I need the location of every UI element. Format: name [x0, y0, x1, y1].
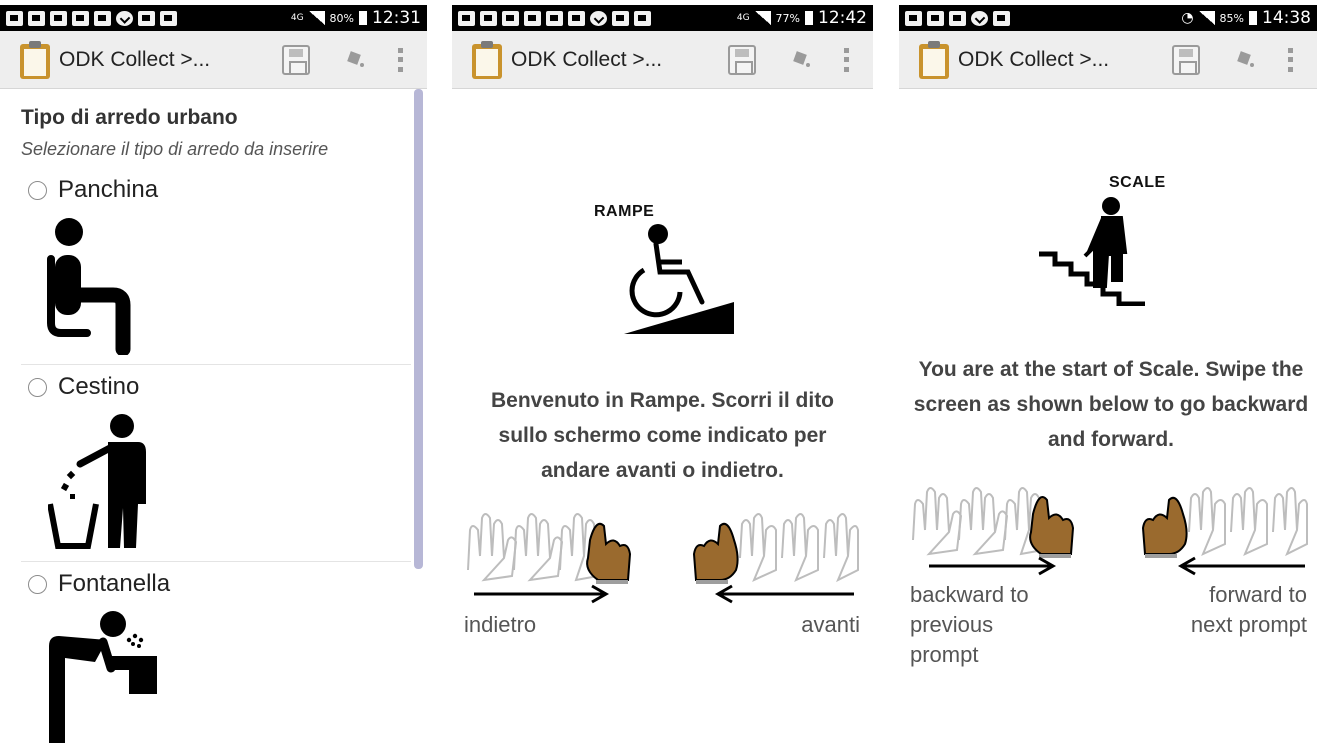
intro-message: Benvenuto in Rampe. Scorri il dito sullo…	[490, 389, 835, 482]
choice-label: Fontanella	[58, 570, 171, 597]
radio-button[interactable]	[28, 180, 47, 200]
choice-label: Panchina	[58, 176, 159, 203]
overflow-menu-icon[interactable]	[398, 47, 403, 72]
mail-icon	[524, 10, 541, 26]
status-bar: 4G 80% 12:31	[0, 5, 427, 31]
choice-fontanella[interactable]: Fontanella	[28, 570, 170, 598]
action-bar: ODK Collect >...	[899, 31, 1317, 89]
clock: 14:38	[1262, 8, 1311, 28]
overflow-menu-icon[interactable]	[1288, 47, 1293, 72]
notification-icon	[138, 10, 155, 26]
check-icon	[590, 10, 607, 26]
signal-icon	[308, 11, 325, 25]
drinking-fountain-person-icon	[49, 611, 157, 743]
backward-label: backward to previous prompt	[910, 582, 1029, 667]
network-type: 4G	[290, 12, 304, 23]
forward-label: forward to next prompt	[1190, 582, 1307, 637]
sign-label: RAMPE	[594, 203, 655, 220]
network-type: 4G	[736, 12, 750, 23]
battery-icon	[1249, 11, 1257, 25]
wifi-icon: ◔	[1181, 10, 1194, 26]
notification-icon	[6, 10, 23, 26]
notification-icons	[899, 10, 1181, 26]
notification-icon	[612, 10, 629, 26]
signal-icon	[1198, 11, 1215, 25]
notification-icon	[160, 10, 177, 26]
notification-icon	[480, 10, 497, 26]
forward-label: avanti	[801, 612, 860, 637]
bench-person-icon	[47, 218, 131, 355]
screen-intro-scale: ◔ 85% 14:38 ODK Collect >... SCALE You a…	[899, 0, 1317, 743]
question-title: Tipo di arredo urbano	[21, 106, 238, 129]
radio-button[interactable]	[28, 574, 47, 594]
mail-icon	[94, 10, 111, 26]
screen-question-list: 4G 80% 12:31 ODK Collect >... Tipo di ar…	[0, 0, 427, 743]
choice-label: Cestino	[58, 373, 140, 400]
battery-level: 85%	[1219, 11, 1244, 25]
swipe-left-hand-icon	[1141, 487, 1308, 576]
app-title[interactable]: ODK Collect >...	[59, 48, 219, 72]
app-title[interactable]: ODK Collect >...	[511, 48, 671, 72]
navigate-icon[interactable]	[346, 49, 368, 71]
mail-icon	[72, 10, 89, 26]
mail-icon	[568, 10, 585, 26]
battery-level: 77%	[775, 11, 800, 25]
notification-icon	[28, 10, 45, 26]
notification-icons	[0, 10, 291, 26]
swipe-left-hand-icon	[692, 513, 859, 604]
app-clipboard-icon[interactable]	[20, 40, 50, 79]
wheelchair-ramp-icon	[624, 224, 734, 334]
notification-icon	[949, 10, 966, 26]
trash-bin-person-icon	[48, 414, 146, 549]
question-hint: Selezionare il tipo di arredo da inserir…	[21, 139, 329, 159]
app-title[interactable]: ODK Collect >...	[958, 48, 1118, 72]
notification-icon	[502, 10, 519, 26]
notification-icon	[458, 10, 475, 26]
screen-intro-rampe: 4G 77% 12:42 ODK Collect >... RAMPE Benv…	[452, 0, 873, 743]
clock: 12:31	[372, 8, 421, 28]
clock: 12:42	[818, 8, 867, 28]
notification-icon	[546, 10, 563, 26]
check-icon	[971, 10, 988, 26]
swipe-right-hand-icon	[467, 513, 632, 604]
notification-icon	[993, 10, 1010, 26]
scrollbar[interactable]	[414, 89, 423, 569]
save-icon[interactable]	[282, 44, 310, 75]
status-bar: ◔ 85% 14:38	[899, 5, 1317, 31]
divider	[21, 364, 411, 365]
intro-message: You are at the start of Scale. Swipe the…	[913, 358, 1309, 451]
battery-icon	[359, 11, 367, 25]
sign-label: SCALE	[1109, 174, 1166, 191]
battery-icon	[805, 11, 813, 25]
notification-icon	[927, 10, 944, 26]
status-bar: 4G 77% 12:42	[452, 5, 873, 31]
stairs-person-icon	[1039, 197, 1145, 306]
notification-icon	[905, 10, 922, 26]
navigate-icon[interactable]	[1236, 49, 1258, 71]
choice-cestino[interactable]: Cestino	[28, 373, 139, 401]
save-icon[interactable]	[1172, 44, 1200, 75]
check-icon	[116, 10, 133, 26]
divider	[21, 561, 411, 562]
swipe-right-hand-icon	[912, 487, 1075, 576]
choice-panchina[interactable]: Panchina	[28, 176, 158, 204]
backward-label: indietro	[464, 612, 537, 637]
signal-icon	[754, 11, 771, 25]
app-clipboard-icon[interactable]	[919, 40, 949, 79]
app-clipboard-icon[interactable]	[472, 40, 502, 79]
notification-icon	[50, 10, 67, 26]
radio-button[interactable]	[28, 377, 47, 397]
overflow-menu-icon[interactable]	[844, 47, 849, 72]
navigate-icon[interactable]	[792, 49, 814, 71]
battery-level: 80%	[329, 11, 354, 25]
action-bar: ODK Collect >...	[452, 31, 873, 89]
save-icon[interactable]	[728, 44, 756, 75]
notification-icon	[634, 10, 651, 26]
action-bar: ODK Collect >...	[0, 31, 427, 89]
notification-icons	[452, 10, 737, 26]
